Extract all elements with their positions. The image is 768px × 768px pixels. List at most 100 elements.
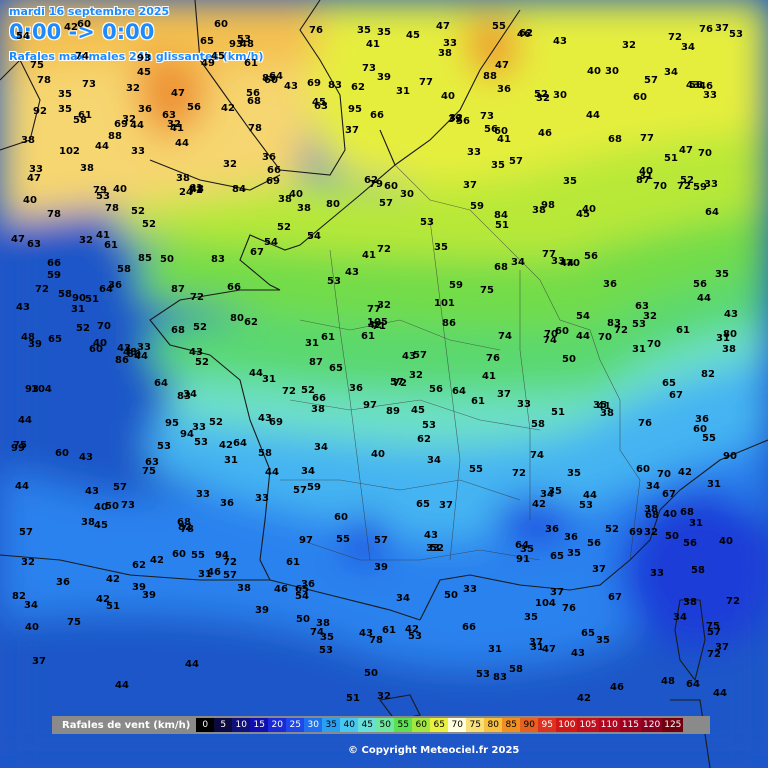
- gust-value: 43: [571, 648, 585, 659]
- legend-cell-115: 115: [619, 718, 642, 732]
- legend-cells: 0 5 10 15 20 25 30 35 40 45 50 55 60 65 70 75 80 85 90 95 10…: [196, 718, 684, 732]
- gust-value: 56: [584, 251, 598, 262]
- gust-value: 51: [85, 294, 99, 305]
- gust-value: 43: [258, 413, 272, 424]
- gust-value: 36: [695, 414, 709, 425]
- gust-value: 83: [607, 318, 621, 329]
- gust-value: 38: [176, 173, 190, 184]
- legend-cell-25: 25: [286, 718, 305, 732]
- gust-value: 61: [382, 625, 396, 636]
- gust-value: 50: [444, 590, 458, 601]
- gust-value: 31: [396, 86, 410, 97]
- gust-value: 34: [646, 481, 660, 492]
- gust-value: 61: [321, 332, 335, 343]
- gust-value: 95: [348, 104, 362, 115]
- gust-value: 53: [420, 217, 434, 228]
- gust-value: 44: [115, 680, 129, 691]
- gust-value: 34: [396, 593, 410, 604]
- gust-value: 66: [267, 165, 281, 176]
- legend-cell-110: 110: [598, 718, 620, 732]
- gust-value: 46: [274, 584, 288, 595]
- gust-value: 43: [284, 81, 298, 92]
- gust-value: 52: [605, 524, 619, 535]
- gust-value: 35: [357, 25, 371, 36]
- gust-value: 43: [724, 309, 738, 320]
- gust-value: 70: [647, 339, 661, 350]
- gust-value: 32: [223, 159, 237, 170]
- gust-value: 75: [142, 466, 156, 477]
- gust-value: 33: [551, 256, 565, 267]
- gust-value: 35: [520, 544, 534, 555]
- gust-value: 50: [364, 668, 378, 679]
- gust-value: 60: [693, 424, 707, 435]
- gust-value: 73: [362, 63, 376, 74]
- gust-value: 44: [576, 331, 590, 342]
- gust-value: 75: [67, 617, 81, 628]
- gust-value: 62: [351, 82, 365, 93]
- gust-value: 30: [400, 189, 414, 200]
- gust-value: 80: [326, 199, 340, 210]
- gust-value: 38: [80, 163, 94, 174]
- gust-value: 67: [608, 592, 622, 603]
- gust-value: 50: [296, 614, 310, 625]
- gust-value: 73: [480, 111, 494, 122]
- gust-value: 33: [463, 584, 477, 595]
- gust-value: 45: [211, 51, 225, 62]
- gust-value: 32: [622, 40, 636, 51]
- gust-value: 57: [509, 156, 523, 167]
- gust-value: 40: [582, 204, 596, 215]
- gust-value: 37: [715, 642, 729, 653]
- gust-value: 61: [676, 325, 690, 336]
- gust-value: 87: [309, 357, 323, 368]
- gust-value: 53: [319, 645, 333, 656]
- gust-value: 47: [495, 60, 509, 71]
- gust-value: 74: [75, 51, 89, 62]
- gust-value: 70: [657, 469, 671, 480]
- gust-value: 34: [427, 455, 441, 466]
- gust-value: 53: [194, 437, 208, 448]
- gust-value: 43: [345, 267, 359, 278]
- gust-value: 46: [538, 128, 552, 139]
- gust-value: 58: [531, 419, 545, 430]
- gust-value: 90: [72, 293, 86, 304]
- gust-value: 40: [371, 449, 385, 460]
- gust-value: 87: [171, 284, 185, 295]
- gust-value: 65: [329, 363, 343, 374]
- gust-value: 38: [311, 404, 325, 415]
- legend-cell-75: 75: [466, 718, 485, 732]
- gust-value: 72: [668, 32, 682, 43]
- gust-value: 64: [452, 386, 466, 397]
- gust-value: 57: [223, 570, 237, 581]
- gust-value: 66: [47, 258, 61, 269]
- gust-value: 31: [689, 518, 703, 529]
- legend-cell-95: 95: [538, 718, 557, 732]
- gust-value: 40: [663, 509, 677, 520]
- gust-value: 33: [517, 399, 531, 410]
- gust-value: 33: [704, 179, 718, 190]
- gust-value: 41: [497, 134, 511, 145]
- legend-cell-5: 5: [214, 718, 233, 732]
- gust-value: 64: [233, 438, 247, 449]
- gust-value: 39: [448, 114, 462, 125]
- gust-value: 55: [336, 534, 350, 545]
- gust-value: 33: [650, 568, 664, 579]
- legend-cell-50: 50: [376, 718, 395, 732]
- gust-value: 75: [30, 60, 44, 71]
- gust-value: 33: [443, 38, 457, 49]
- wind-gust-map: [0, 0, 768, 768]
- gust-value: 93: [137, 53, 151, 64]
- legend-cell-125: 125: [662, 718, 684, 732]
- gust-value: 47: [679, 145, 693, 156]
- legend-cell-90: 90: [520, 718, 539, 732]
- gust-value: 30: [605, 66, 619, 77]
- gust-value: 86: [442, 318, 456, 329]
- gust-value: 76: [638, 418, 652, 429]
- gust-value: 36: [497, 84, 511, 95]
- gust-value: 44: [713, 688, 727, 699]
- gust-value: 82: [701, 369, 715, 380]
- gust-value: 54: [576, 311, 590, 322]
- gust-value: 36: [56, 577, 70, 588]
- legend-cell-20: 20: [268, 718, 287, 732]
- gust-value: 44: [697, 293, 711, 304]
- gust-value: 34: [664, 67, 678, 78]
